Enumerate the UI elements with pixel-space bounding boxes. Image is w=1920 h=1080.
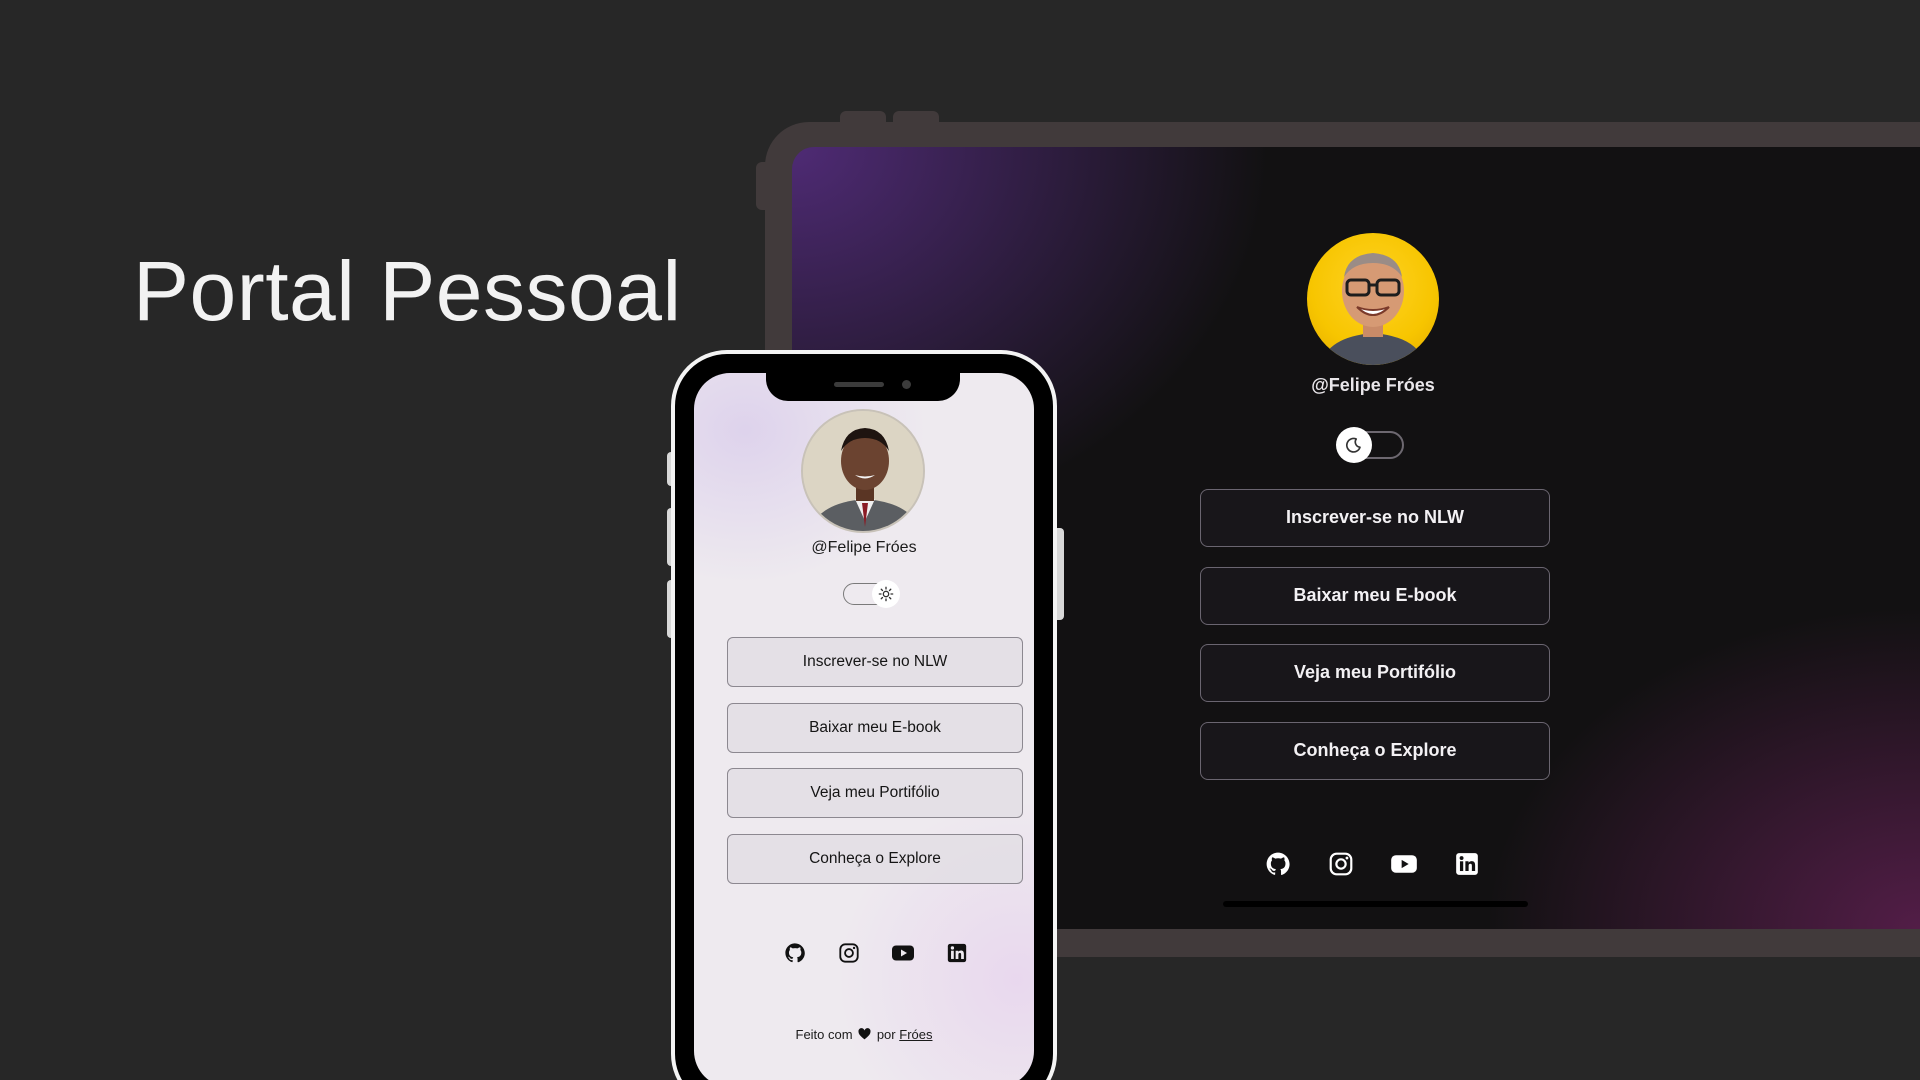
link-nlw-button[interactable]: Inscrever-se no NLW: [1200, 489, 1550, 547]
link-explore-button[interactable]: Conheça o Explore: [1200, 721, 1550, 780]
link-portfolio-button[interactable]: Veja meu Portifólio: [727, 768, 1023, 818]
page-title: Portal Pessoal: [133, 244, 682, 338]
heart-icon: [858, 1028, 871, 1040]
social-links: [1264, 850, 1481, 878]
instagram-icon[interactable]: [837, 941, 861, 965]
link-ebook-button[interactable]: Baixar meu E-book: [727, 702, 1023, 753]
link-list: Inscrever-se no NLW Baixar meu E-book Ve…: [727, 637, 1023, 899]
avatar-photo: [1321, 253, 1425, 365]
avatar: [1307, 233, 1439, 365]
moon-icon: [1346, 437, 1361, 453]
link-explore-button[interactable]: Conheça o Explore: [727, 833, 1023, 884]
avatar-photo: [803, 411, 923, 531]
link-list: Inscrever-se no NLW Baixar meu E-book Ve…: [1200, 489, 1550, 799]
home-indicator: [1223, 901, 1528, 907]
toggle-knob[interactable]: [872, 580, 900, 608]
avatar: [801, 409, 925, 533]
github-icon[interactable]: [1264, 850, 1292, 878]
link-portfolio-button[interactable]: Veja meu Portifólio: [1200, 644, 1550, 702]
footer-connector: por: [876, 1027, 896, 1042]
social-links: [783, 941, 969, 965]
link-nlw-button[interactable]: Inscrever-se no NLW: [727, 637, 1023, 687]
linkedin-icon[interactable]: [1453, 850, 1481, 878]
linkedin-icon[interactable]: [945, 941, 969, 965]
theme-toggle[interactable]: [1336, 427, 1404, 463]
camera: [902, 380, 911, 389]
phone-screen: @Felipe Fróes Inscrever-se no NLW Baixar…: [694, 373, 1034, 1080]
youtube-icon[interactable]: [1390, 850, 1418, 878]
theme-toggle[interactable]: [843, 580, 900, 608]
link-ebook-button[interactable]: Baixar meu E-book: [1200, 566, 1550, 625]
phone-notch: [766, 373, 960, 401]
github-icon[interactable]: [783, 941, 807, 965]
profile-handle: @Felipe Fróes: [811, 539, 917, 556]
phone-frame: @Felipe Fróes Inscrever-se no NLW Baixar…: [671, 350, 1057, 1080]
instagram-icon[interactable]: [1327, 850, 1355, 878]
sun-icon: [878, 586, 894, 602]
phone-bezel: @Felipe Fróes Inscrever-se no NLW Baixar…: [675, 354, 1053, 1080]
footer-prefix: Feito com: [795, 1027, 853, 1042]
speaker: [834, 382, 884, 387]
youtube-icon[interactable]: [891, 941, 915, 965]
author-link[interactable]: Fróes: [899, 1027, 932, 1042]
toggle-knob[interactable]: [1336, 427, 1372, 463]
footer: Feito com por Fróes: [694, 1027, 1034, 1042]
